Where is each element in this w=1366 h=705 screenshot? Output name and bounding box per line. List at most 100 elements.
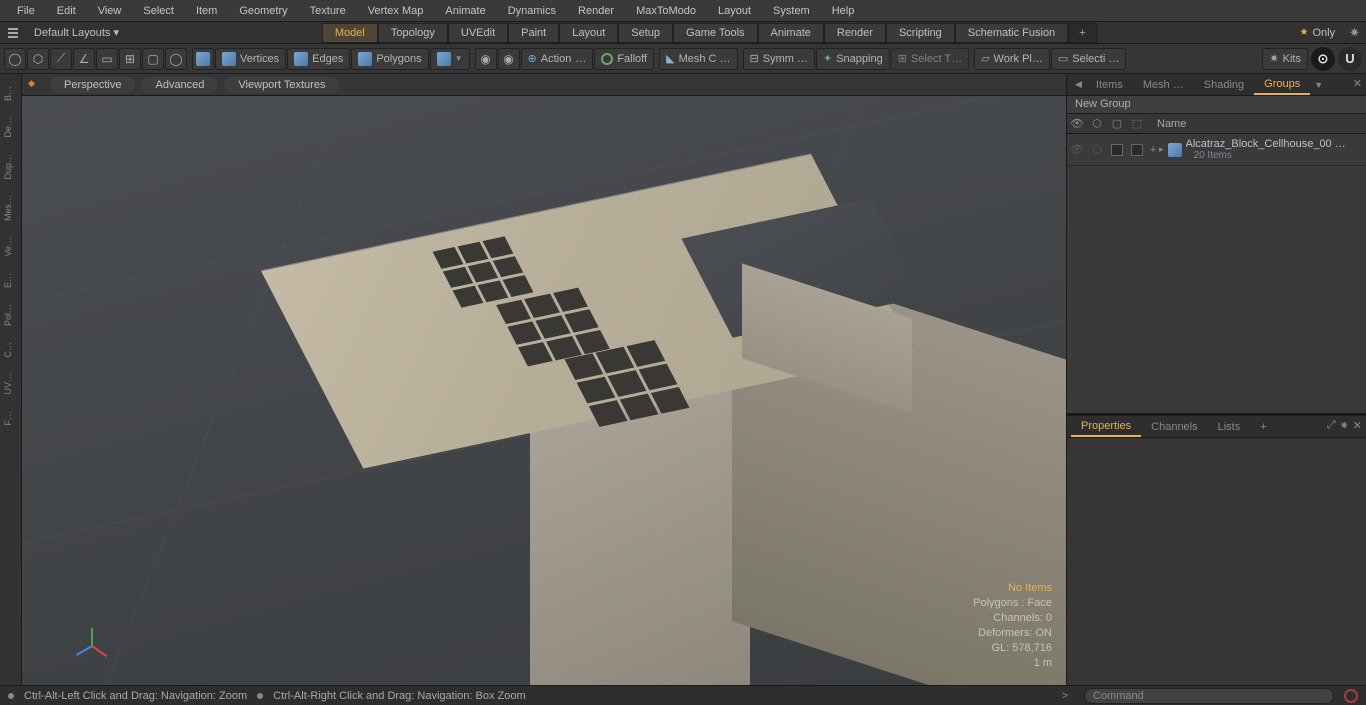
items-button[interactable]: ▼ xyxy=(430,48,470,70)
menu-view[interactable]: View xyxy=(87,2,133,20)
selection-button[interactable]: ▭Selecti … xyxy=(1051,48,1126,70)
side-tab-5[interactable]: E… xyxy=(0,265,21,296)
tab-paint[interactable]: Paint xyxy=(508,23,559,43)
props-tab-lists[interactable]: Lists xyxy=(1208,418,1251,436)
menu-vertexmap[interactable]: Vertex Map xyxy=(357,2,435,20)
close-icon-2[interactable]: ✕ xyxy=(1353,419,1362,432)
side-tab-3[interactable]: Mes… xyxy=(0,187,21,229)
kits-button[interactable]: ✷Kits xyxy=(1262,48,1308,70)
tool-cube-icon[interactable] xyxy=(192,48,214,70)
gear-icon-2[interactable]: ✷ xyxy=(1340,419,1349,432)
menu-dynamics[interactable]: Dynamics xyxy=(497,2,567,20)
item-checkbox-2[interactable] xyxy=(1131,144,1143,156)
symmetry-button[interactable]: ⊟Symm … xyxy=(743,48,815,70)
tool-lasso[interactable]: ⟋ xyxy=(50,48,72,70)
props-tab-properties[interactable]: Properties xyxy=(1071,417,1141,437)
chevron-down-icon[interactable]: ▼ xyxy=(1310,80,1327,90)
tool-grid[interactable]: ⊞ xyxy=(119,48,141,70)
menu-item[interactable]: Item xyxy=(185,2,228,20)
props-tab-channels[interactable]: Channels xyxy=(1141,418,1207,436)
rp-tab-groups[interactable]: Groups xyxy=(1254,75,1310,95)
side-tab-1[interactable]: De… xyxy=(0,109,21,146)
menu-geometry[interactable]: Geometry xyxy=(228,2,298,20)
action-button[interactable]: ⊕Action… xyxy=(521,48,594,70)
tool-circle-2[interactable]: ◯ xyxy=(165,48,187,70)
vp-tab-perspective[interactable]: Perspective xyxy=(50,77,135,93)
menu-layout[interactable]: Layout xyxy=(707,2,762,20)
edges-button[interactable]: Edges xyxy=(287,48,350,70)
record-button[interactable] xyxy=(1344,689,1358,703)
add-tab-button[interactable]: + xyxy=(1068,23,1096,43)
menu-edit[interactable]: Edit xyxy=(46,2,87,20)
gear-icon[interactable]: ✷ xyxy=(1349,25,1360,41)
axis-gizmo[interactable] xyxy=(72,625,112,665)
rp-tab-items[interactable]: Items xyxy=(1086,76,1133,94)
select-icon[interactable]: ▢ xyxy=(1107,117,1127,130)
hamburger-icon[interactable] xyxy=(6,26,20,40)
vp-tab-advanced[interactable]: Advanced xyxy=(141,77,218,93)
tab-gametools[interactable]: Game Tools xyxy=(673,23,758,43)
side-tab-4[interactable]: Ve… xyxy=(0,229,21,265)
tab-layout[interactable]: Layout xyxy=(559,23,618,43)
menu-select[interactable]: Select xyxy=(132,2,185,20)
item-eye-icon[interactable]: 👁 xyxy=(1067,143,1087,156)
solo-icon[interactable]: ⬚ xyxy=(1127,117,1147,130)
tool-angle[interactable]: ∠ xyxy=(73,48,95,70)
item-checkbox-1[interactable] xyxy=(1111,144,1123,156)
rp-tab-mesh[interactable]: Mesh … xyxy=(1133,76,1194,94)
mesh-constraint-button[interactable]: ◣Mesh C … xyxy=(659,48,737,70)
side-tab-8[interactable]: UV… xyxy=(0,365,21,403)
layout-dropdown[interactable]: Default Layouts ▾ xyxy=(26,24,127,41)
snapping-button[interactable]: ✦Snapping xyxy=(816,48,890,70)
select-through-button[interactable]: ⊞Select T… xyxy=(891,48,969,70)
menu-texture[interactable]: Texture xyxy=(299,2,357,20)
unreal-icon-2[interactable]: U xyxy=(1338,47,1362,71)
side-tab-9[interactable]: F… xyxy=(0,403,21,434)
eye-icon[interactable]: 👁 xyxy=(1067,117,1087,130)
tab-render[interactable]: Render xyxy=(824,23,886,43)
menu-render[interactable]: Render xyxy=(567,2,625,20)
expand-icon-2[interactable]: ⤢ xyxy=(1327,419,1336,432)
panel-close-icon[interactable]: ✕ xyxy=(1353,77,1362,90)
props-tab-add[interactable]: + xyxy=(1250,418,1276,436)
group-item-row[interactable]: 👁 ⬡ + ▸ Alcatraz_Block_Cellhouse_00 … 20… xyxy=(1067,134,1366,166)
tool-circle-1[interactable]: ◯ xyxy=(4,48,26,70)
menu-maxtomodo[interactable]: MaxToModo xyxy=(625,2,707,20)
falloff-button[interactable]: Falloff xyxy=(594,48,654,70)
rp-tab-shading[interactable]: Shading xyxy=(1194,76,1254,94)
side-tab-6[interactable]: Pol… xyxy=(0,296,21,334)
side-tab-2[interactable]: Dup… xyxy=(0,146,21,188)
menu-help[interactable]: Help xyxy=(821,2,866,20)
side-tab-7[interactable]: C… xyxy=(0,334,21,366)
menu-file[interactable]: File xyxy=(6,2,46,20)
tool-sphere[interactable]: ◉ xyxy=(475,48,497,70)
tab-animate[interactable]: Animate xyxy=(758,23,824,43)
tool-rect[interactable]: ▭ xyxy=(96,48,118,70)
menu-system[interactable]: System xyxy=(762,2,821,20)
unreal-icon[interactable]: ⊙ xyxy=(1311,47,1335,71)
menu-animate[interactable]: Animate xyxy=(434,2,496,20)
new-group-button[interactable]: New Group xyxy=(1067,96,1366,114)
tab-topology[interactable]: Topology xyxy=(378,23,448,43)
tab-setup[interactable]: Setup xyxy=(618,23,673,43)
tab-scripting[interactable]: Scripting xyxy=(886,23,955,43)
polygons-button[interactable]: Polygons xyxy=(351,48,428,70)
tool-hex[interactable]: ⬡ xyxy=(27,48,49,70)
viewport-handle-icon[interactable]: ◆ xyxy=(28,78,35,89)
tab-model[interactable]: Model xyxy=(322,23,378,43)
tab-uvedit[interactable]: UVEdit xyxy=(448,23,508,43)
vertices-button[interactable]: Vertices xyxy=(215,48,286,70)
expand-plus-icon[interactable]: + xyxy=(1147,144,1159,156)
tab-schematic[interactable]: Schematic Fusion xyxy=(955,23,1068,43)
only-toggle[interactable]: ★Only xyxy=(1292,25,1344,41)
lock-icon[interactable]: ⬡ xyxy=(1087,117,1107,130)
command-input[interactable]: Command xyxy=(1084,688,1334,704)
side-tab-0[interactable]: B… xyxy=(0,78,21,109)
viewport-3d[interactable]: No Items Polygons : Face Channels: 0 Def… xyxy=(22,96,1066,685)
tool-square[interactable]: ▢ xyxy=(142,48,164,70)
tool-sphere-2[interactable]: ◉ xyxy=(498,48,520,70)
item-lock-icon[interactable]: ⬡ xyxy=(1087,143,1107,156)
workplane-button[interactable]: ▱Work Pl… xyxy=(974,48,1050,70)
vp-tab-textures[interactable]: Viewport Textures xyxy=(224,77,339,93)
chevron-left-icon[interactable]: ◀ xyxy=(1071,79,1086,90)
